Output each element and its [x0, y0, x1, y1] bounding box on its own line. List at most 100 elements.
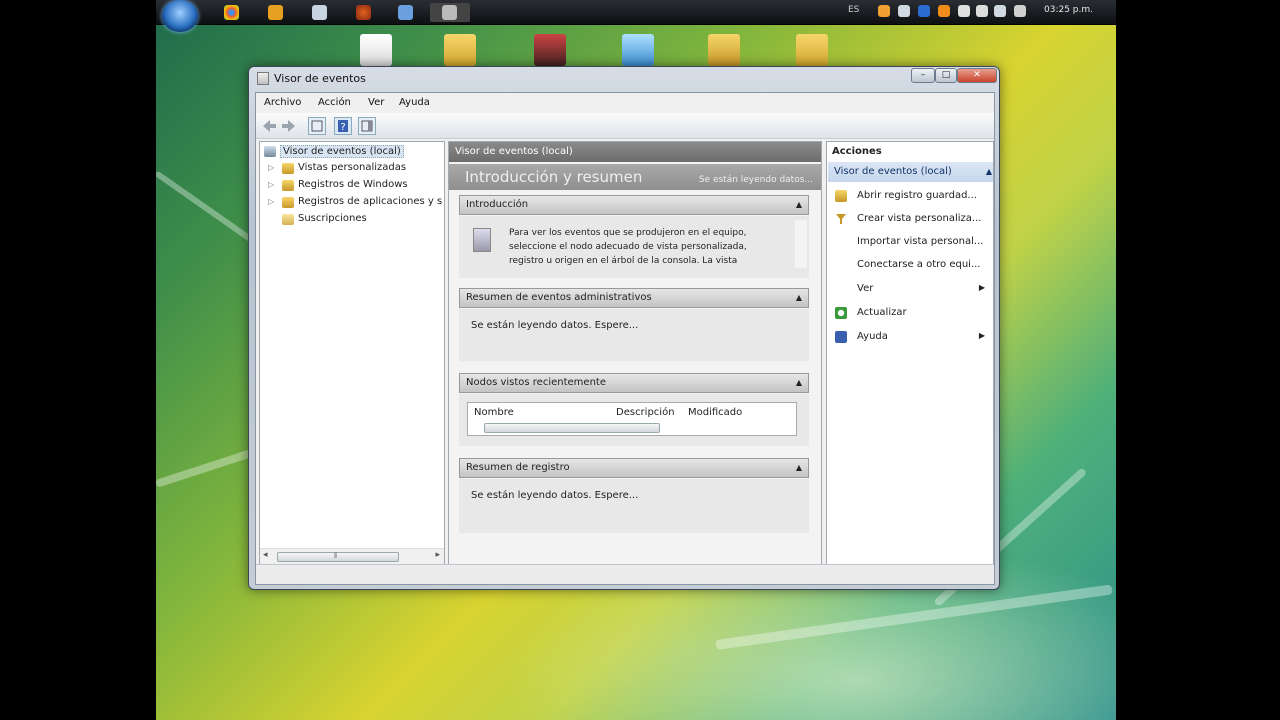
start-button[interactable]: [162, 0, 198, 32]
folder-desktop-icon[interactable]: [796, 34, 828, 66]
firefox-taskbar-button[interactable]: [344, 3, 384, 22]
recycle-bin-icon[interactable]: [622, 34, 654, 66]
chrome-icon: [224, 5, 239, 20]
subscription-icon: [282, 214, 294, 225]
section-header[interactable]: Nodos vistos recientemente ▲: [459, 373, 809, 393]
help-icon: ?: [338, 120, 348, 133]
expand-arrow-icon[interactable]: ▷: [268, 180, 274, 189]
section-header[interactable]: Resumen de registro ▲: [459, 458, 809, 478]
tray-app-icon[interactable]: [918, 5, 930, 17]
collapse-caret-icon[interactable]: ▲: [796, 463, 802, 472]
intro-section: Introducción ▲ Para ver los eventos que …: [459, 195, 809, 281]
forward-button[interactable]: [280, 117, 298, 135]
close-button[interactable]: ✕: [957, 68, 997, 83]
menu-archivo[interactable]: Archivo: [264, 97, 301, 108]
action-label: Importar vista personal...: [857, 236, 984, 247]
media-player-icon: [268, 5, 283, 20]
action-ayuda[interactable]: Ayuda ▶: [827, 326, 993, 348]
volume-icon[interactable]: [1014, 5, 1026, 17]
show-hide-actions-button[interactable]: [358, 117, 376, 135]
explorer-taskbar-button[interactable]: [300, 3, 340, 22]
section-header[interactable]: Resumen de eventos administrativos ▲: [459, 288, 809, 308]
title-bar[interactable]: Visor de eventos – □ ✕: [249, 67, 999, 89]
scroll-left-arrow[interactable]: ◂: [263, 550, 268, 560]
section-title: Resumen de registro: [466, 462, 570, 473]
actions-group-header[interactable]: Visor de eventos (local) ▲: [828, 162, 993, 182]
network-tray-icon[interactable]: [994, 5, 1006, 17]
tree-item-registros-windows[interactable]: ▷ Registros de Windows: [260, 178, 442, 194]
action-label: Ver: [857, 283, 874, 294]
section-body: Se están leyendo datos. Espere...: [459, 479, 809, 533]
actions-group-label: Visor de eventos (local): [834, 166, 952, 177]
grip-icon: ⦀: [334, 551, 338, 560]
column-header-nombre[interactable]: Nombre: [474, 407, 514, 418]
menu-accion[interactable]: Acción: [318, 97, 351, 108]
scrollbar-thumb[interactable]: ⦀: [277, 551, 399, 562]
collapse-caret-icon[interactable]: ▲: [986, 167, 992, 176]
language-indicator[interactable]: ES: [848, 5, 859, 15]
submenu-arrow-icon: ▶: [978, 331, 985, 340]
menu-ver[interactable]: Ver: [368, 97, 384, 108]
table-scrollbar-thumb[interactable]: [484, 423, 660, 433]
column-header-modificado[interactable]: Modificado: [688, 407, 742, 418]
collapse-caret-icon[interactable]: ▲: [796, 200, 802, 209]
svg-text:?: ?: [340, 122, 345, 133]
action-actualizar[interactable]: Actualizar: [827, 302, 993, 324]
action-crear-vista[interactable]: Crear vista personaliza...: [827, 208, 993, 230]
tray-app-icon[interactable]: [878, 5, 890, 17]
network-taskbar-button[interactable]: [386, 3, 426, 22]
show-hide-tree-button[interactable]: [308, 117, 326, 135]
actions-title: Acciones: [832, 146, 882, 157]
action-conectarse[interactable]: Conectarse a otro equi...: [827, 254, 993, 276]
menu-bar: Archivo Acción Ver Ayuda: [256, 93, 994, 113]
help-toolbar-button[interactable]: ?: [334, 117, 352, 135]
tree-horizontal-scrollbar[interactable]: ◂ ⦀ ▸: [260, 548, 444, 564]
tree-item-visor-local[interactable]: Visor de eventos (local): [260, 144, 442, 160]
tray-app-icon[interactable]: [958, 5, 970, 17]
action-label: Crear vista personaliza...: [857, 213, 982, 224]
tree-item-vistas-personalizadas[interactable]: ▷ Vistas personalizadas: [260, 161, 442, 177]
section-body: Para ver los eventos que se produjeron e…: [459, 216, 809, 278]
tree-item-label: Vistas personalizadas: [298, 162, 407, 173]
expand-arrow-icon[interactable]: ▷: [268, 163, 274, 172]
folder-desktop-icon[interactable]: [708, 34, 740, 66]
scroll-right-arrow[interactable]: ▸: [435, 550, 440, 560]
action-ver[interactable]: Ver ▶: [827, 278, 993, 300]
back-button[interactable]: [260, 117, 278, 135]
minimize-button[interactable]: –: [911, 68, 935, 83]
recent-nodes-section: Nodos vistos recientemente ▲ Nombre Desc…: [459, 373, 809, 447]
menu-ayuda[interactable]: Ayuda: [399, 97, 430, 108]
event-log-icon: [473, 228, 491, 252]
folder-log-icon: [282, 197, 294, 208]
firefox-icon: [356, 5, 371, 20]
flag-icon[interactable]: [976, 5, 988, 17]
folder-desktop-icon[interactable]: [444, 34, 476, 66]
tree-item-label: Visor de eventos (local): [280, 145, 404, 158]
recent-nodes-table[interactable]: Nombre Descripción Modificado: [467, 402, 797, 436]
collapse-caret-icon[interactable]: ▲: [796, 293, 802, 302]
intro-scrollbar[interactable]: [795, 220, 807, 268]
action-importar-vista[interactable]: Importar vista personal...: [827, 231, 993, 253]
actions-pane: Acciones Visor de eventos (local) ▲ Abri…: [826, 141, 994, 565]
collapse-caret-icon[interactable]: ▲: [796, 378, 802, 387]
chrome-taskbar-button[interactable]: [212, 3, 252, 22]
maximize-button[interactable]: □: [935, 68, 957, 83]
document-desktop-icon[interactable]: [360, 34, 392, 66]
clock[interactable]: 03:25 p.m.: [1044, 5, 1093, 15]
folder-filter-icon: [282, 163, 294, 174]
picture-desktop-icon[interactable]: [534, 34, 566, 66]
section-header[interactable]: Introducción ▲: [459, 195, 809, 215]
console-tree: Visor de eventos (local) ▷ Vistas person…: [259, 141, 445, 565]
tray-app-icon[interactable]: [898, 5, 910, 17]
media-player-taskbar-button[interactable]: [256, 3, 296, 22]
wallpaper-streak: [715, 584, 1113, 650]
loading-text: Se están leyendo datos. Espere...: [471, 320, 639, 331]
tray-app-icon[interactable]: [938, 5, 950, 17]
tree-item-registros-aplicaciones[interactable]: ▷ Registros de aplicaciones y s: [260, 195, 442, 211]
tree-item-suscripciones[interactable]: Suscripciones: [260, 212, 442, 228]
action-abrir-registro[interactable]: Abrir registro guardad...: [827, 185, 993, 207]
expand-arrow-icon[interactable]: ▷: [268, 197, 274, 206]
event-viewer-taskbar-button[interactable]: [430, 3, 470, 22]
column-header-descripcion[interactable]: Descripción: [616, 407, 675, 418]
tree-item-label: Registros de Windows: [298, 179, 408, 190]
